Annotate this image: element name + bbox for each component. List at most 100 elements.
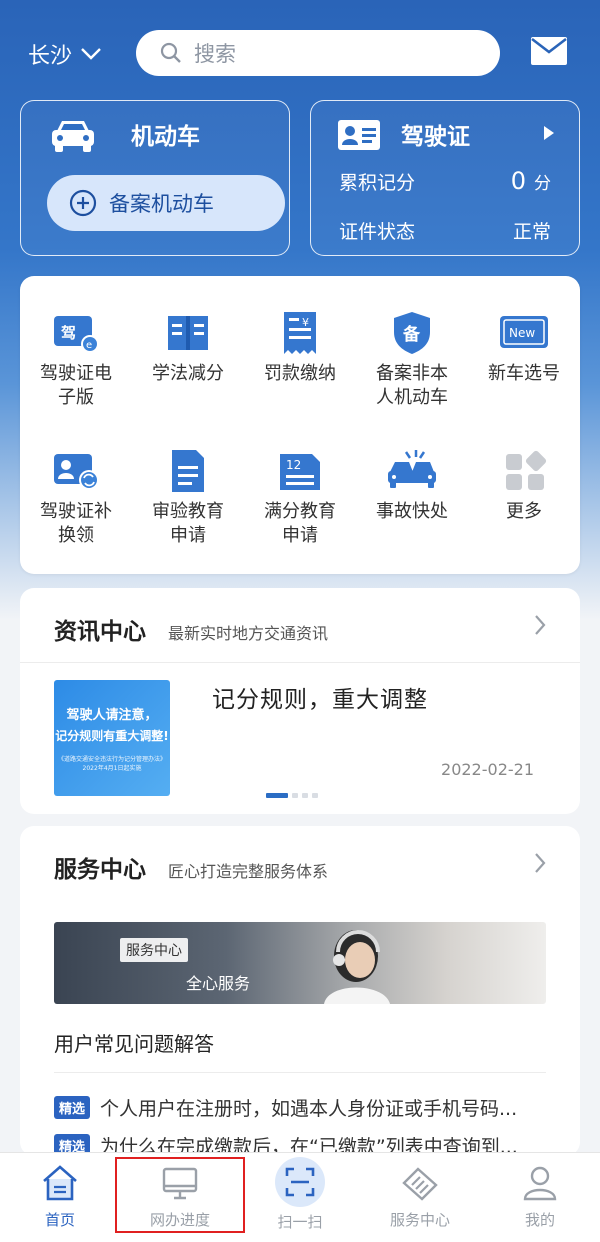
status-label: 证件状态 (339, 221, 416, 243)
tab-home[interactable]: 首页 (0, 1153, 120, 1242)
faq-text: 个人用户在注册时，如遇本人身份证或手机号码... (100, 1098, 518, 1120)
home-icon (43, 1165, 77, 1201)
license-renew-icon (54, 454, 99, 490)
register-vehicle-label: 备案机动车 (109, 192, 214, 216)
handshake-icon (402, 1167, 438, 1201)
divider (20, 662, 580, 663)
service-label: 审验教育申请 (152, 501, 224, 546)
record-shield-icon: 备 (394, 312, 430, 354)
news-section: 资讯中心 最新实时地方交通资讯 驾驶人请注意， 记分规则有重大调整! 《道路交通… (20, 588, 580, 814)
carousel-indicator (266, 793, 318, 798)
service-label: 满分教育申请 (264, 501, 336, 546)
document-icon (172, 450, 204, 492)
service-review-education[interactable]: 审验教育申请 (132, 448, 244, 548)
tab-label: 我的 (524, 1211, 555, 1229)
news-subtitle: 最新实时地方交通资讯 (168, 624, 329, 643)
highlight-box (115, 1157, 245, 1233)
register-vehicle-button[interactable]: 备案机动车 (47, 175, 285, 231)
fine-receipt-icon: ¥ (284, 312, 316, 354)
service-label: 罚款缴纳 (264, 363, 336, 384)
service-license-renew[interactable]: 驾驶证补换领 (20, 448, 132, 548)
carousel-dot (292, 793, 298, 798)
arrow-right-icon (544, 126, 554, 140)
service-label: 驾驶证电子版 (40, 363, 112, 408)
service-label: 备案非本人机动车 (376, 363, 448, 408)
news-article-title[interactable]: 记分规则，重大调整 (212, 680, 428, 714)
scan-button[interactable] (275, 1157, 325, 1207)
search-placeholder: 搜索 (194, 42, 236, 66)
service-accident[interactable]: 事故快处 (356, 448, 468, 524)
service-new-plate[interactable]: New 新车选号 (468, 310, 580, 386)
news-header[interactable]: 资讯中心 最新实时地方交通资讯 (54, 612, 328, 646)
service-center-subtitle: 匠心打造完整服务体系 (168, 862, 329, 881)
svg-text:New: New (509, 326, 535, 340)
svg-text:¥: ¥ (302, 316, 309, 329)
chevron-right-icon[interactable] (534, 852, 546, 874)
tab-label: 首页 (44, 1211, 75, 1229)
faq-title: 用户常见问题解答 (54, 1032, 214, 1056)
carousel-dot (302, 793, 308, 798)
service-center-section: 服务中心 匠心打造完整服务体系 服务中心 全心服务 用户常见问题解答 精选 个人… (20, 826, 580, 1156)
id-card-icon (338, 120, 380, 150)
svg-text:备: 备 (402, 324, 421, 345)
calendar-12-icon: 12 (280, 454, 320, 490)
service-full-score-education[interactable]: 12 满分教育申请 (244, 448, 356, 548)
tab-label: 扫一扫 (277, 1213, 323, 1231)
news-thumbnail[interactable]: 驾驶人请注意， 记分规则有重大调整! 《道路交通安全违法行为记分管理办法》 20… (54, 680, 170, 796)
tab-service-center[interactable]: 服务中心 (360, 1153, 480, 1242)
points-row: 累积记分 0分 (339, 167, 551, 195)
service-center-header[interactable]: 服务中心 匠心打造完整服务体系 (54, 850, 328, 884)
thumbnail-line2: 记分规则有重大调整! (55, 729, 169, 743)
vehicle-card[interactable]: 机动车 备案机动车 (20, 100, 290, 256)
service-label: 驾驶证补换领 (40, 501, 112, 546)
scan-icon (285, 1167, 315, 1197)
license-card[interactable]: 驾驶证 累积记分 0分 证件状态 正常 (310, 100, 580, 256)
car-icon (52, 121, 94, 152)
status-value: 正常 (512, 221, 551, 243)
faq-item[interactable]: 精选 个人用户在注册时，如遇本人身份证或手机号码... (54, 1094, 554, 1121)
more-grid-icon (506, 450, 547, 490)
service-study-reduce[interactable]: 学法减分 (132, 310, 244, 386)
service-banner[interactable]: 服务中心 全心服务 (54, 922, 546, 1004)
service-label: 新车选号 (488, 363, 560, 384)
service-label: 学法减分 (152, 363, 224, 384)
points-unit: 分 (534, 174, 551, 194)
search-input[interactable]: 搜索 (136, 30, 500, 76)
points-value: 0 (510, 167, 526, 195)
service-pay-fine[interactable]: ¥ 罚款缴纳 (244, 310, 356, 386)
divider (54, 1072, 546, 1073)
service-record-vehicle[interactable]: 备 备案非本人机动车 (356, 310, 468, 410)
services-grid: 驾e 驾驶证电子版 学法减分 ¥ 罚款缴纳 备 备案非本人机动车 New 新车选… (20, 276, 580, 574)
svg-text:12: 12 (286, 458, 301, 472)
search-icon (160, 42, 181, 63)
new-plate-icon: New (500, 316, 548, 348)
service-center-title: 服务中心 (54, 857, 146, 883)
chevron-right-icon[interactable] (534, 614, 546, 636)
e-license-icon: 驾e (54, 316, 99, 353)
points-label: 累积记分 (339, 172, 416, 194)
tab-label: 服务中心 (389, 1211, 450, 1229)
chevron-down-icon (81, 48, 101, 60)
featured-badge: 精选 (54, 1096, 91, 1119)
user-icon (523, 1166, 557, 1201)
service-label: 更多 (506, 501, 542, 522)
city-selector[interactable]: 长沙 (28, 38, 102, 70)
thumbnail-line3: 《道路交通安全违法行为记分管理办法》 2022年4月1日起实施 (57, 756, 166, 772)
license-card-title: 驾驶证 (401, 124, 470, 150)
news-article-date: 2022-02-21 (441, 760, 534, 779)
thumbnail-line1: 驾驶人请注意， (66, 708, 158, 723)
svg-text:驾: 驾 (61, 324, 76, 342)
service-e-license[interactable]: 驾e 驾驶证电子版 (20, 310, 132, 410)
add-circle-icon (69, 189, 97, 217)
carousel-dot-active (266, 793, 288, 798)
bottom-tab-bar: 首页 网办进度 扫一扫 服务中心 我的 (0, 1152, 600, 1242)
service-more[interactable]: 更多 (468, 448, 580, 524)
svg-text:e: e (86, 340, 92, 351)
news-title: 资讯中心 (54, 619, 146, 645)
service-label: 事故快处 (376, 501, 448, 522)
vehicle-card-title: 机动车 (131, 124, 200, 150)
tab-profile[interactable]: 我的 (480, 1153, 600, 1242)
mail-icon[interactable] (530, 36, 568, 66)
support-agent-illustration (324, 930, 390, 1004)
tab-scan[interactable]: 扫一扫 (240, 1153, 360, 1242)
